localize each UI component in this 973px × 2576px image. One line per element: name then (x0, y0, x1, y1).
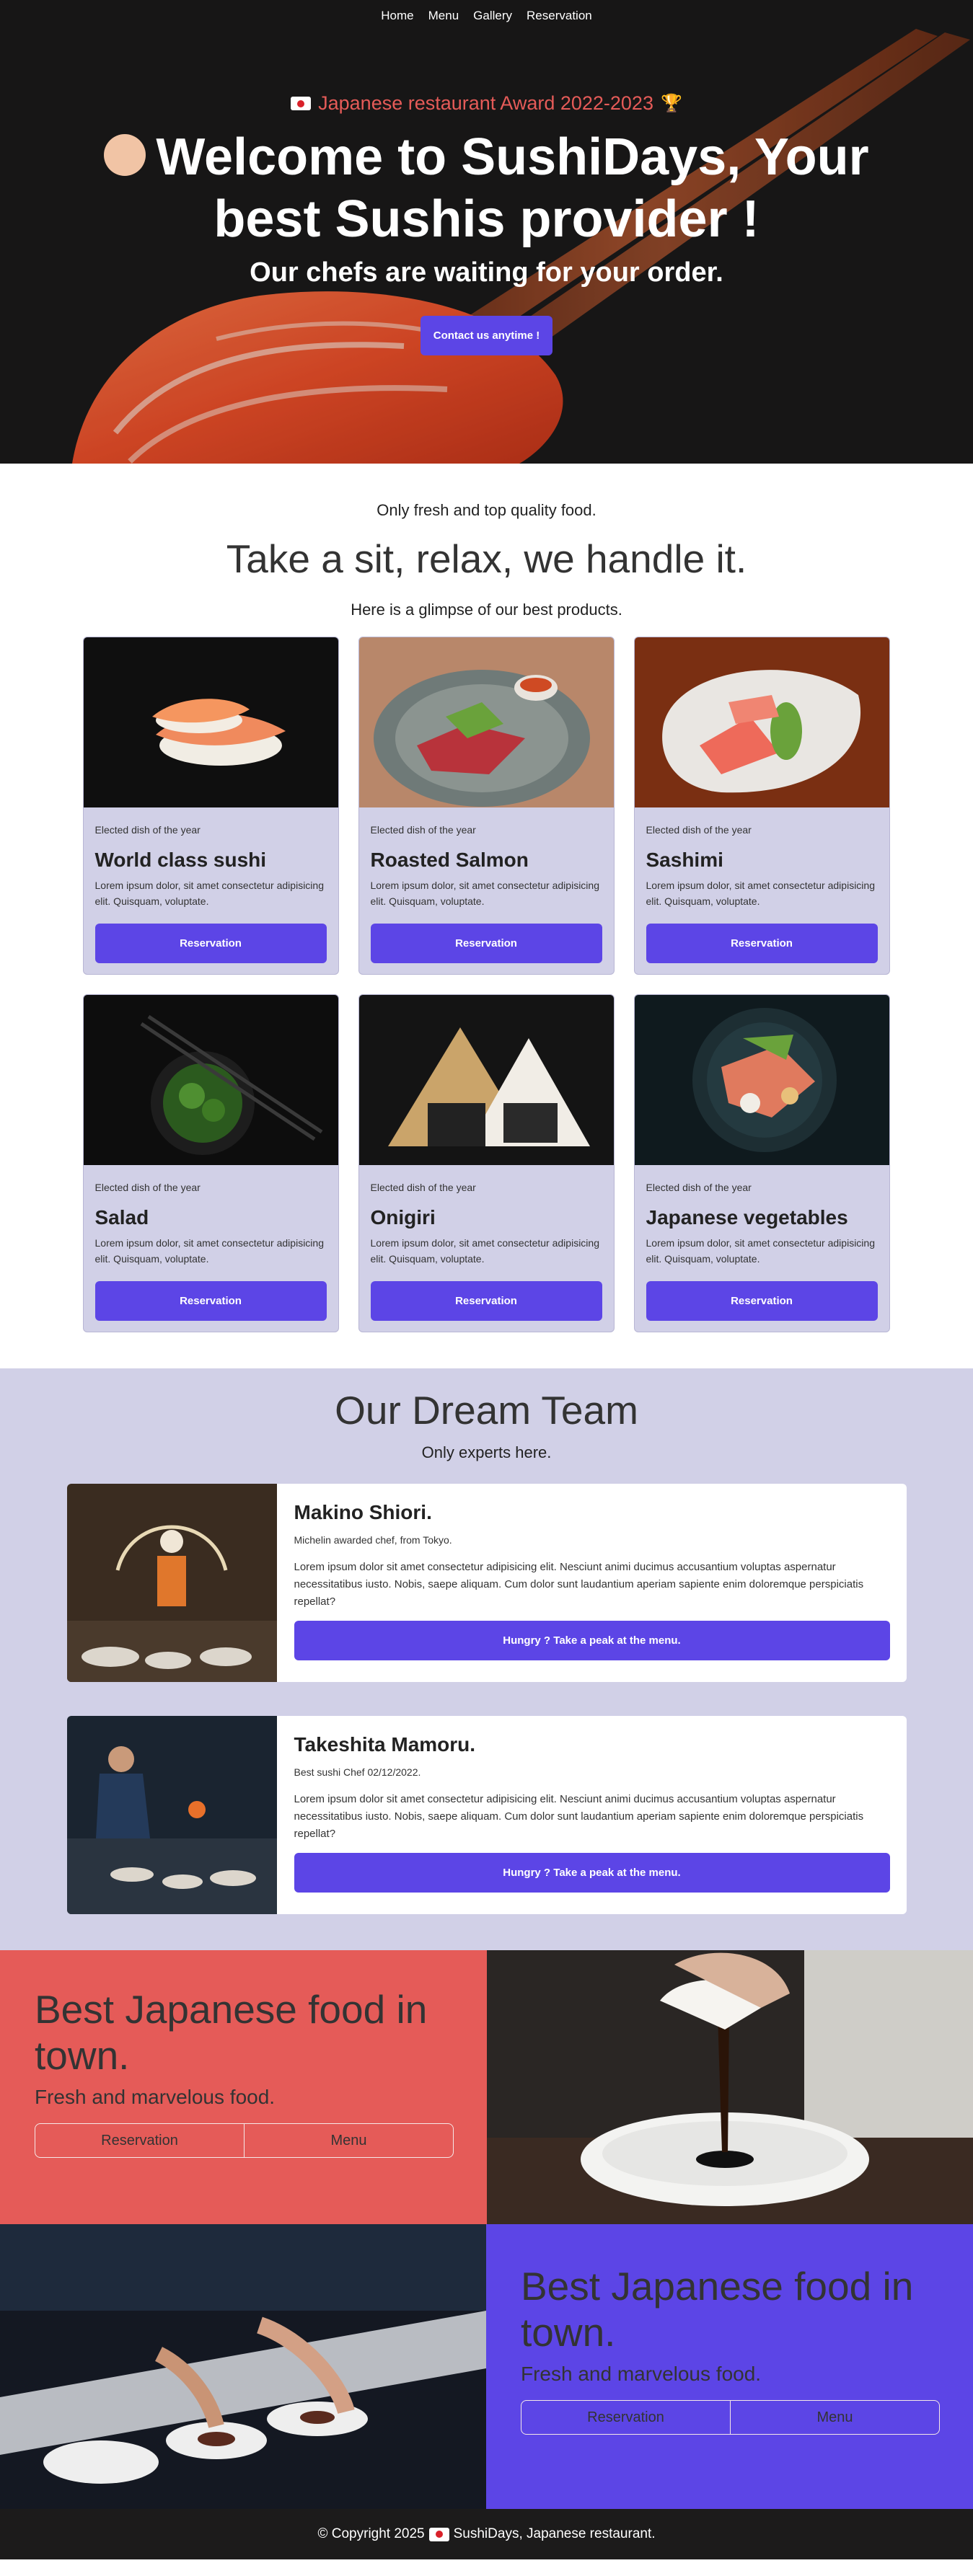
team-section: Our Dream Team Only experts here. Makino… (0, 1368, 973, 1950)
nav-gallery-link[interactable]: Gallery (473, 9, 512, 23)
trophy-icon: 🏆 (660, 94, 682, 113)
top-navigation: Home Menu Gallery Reservation (0, 0, 973, 32)
promo-menu-button[interactable]: Menu (730, 2401, 939, 2434)
nav-menu-link[interactable]: Menu (428, 9, 459, 23)
nav-reservation-link[interactable]: Reservation (527, 9, 592, 23)
chef-makino-photo (66, 1484, 277, 1682)
footer-copyright: © Copyright 2025 (317, 2526, 425, 2541)
card-text: Lorem ipsum dolor, sit amet consectetur … (370, 880, 599, 907)
card-text: Lorem ipsum dolor, sit amet consectetur … (646, 880, 875, 907)
hero-title: Welcome to SushiDays, Your best Sushis p… (90, 126, 884, 250)
promo-row-2: Best Japanese food in town. Fresh and ma… (0, 2224, 973, 2509)
menu-peek-button[interactable]: Hungry ? Take a peak at the menu. (294, 1621, 890, 1660)
contact-button[interactable]: Contact us anytime ! (420, 316, 553, 355)
member-role: Michelin awarded chef, from Tokyo. (294, 1534, 452, 1546)
award-text: Japanese restaurant Award 2022-2023 (318, 92, 653, 114)
promo-reservation-button[interactable]: Reservation (35, 2124, 244, 2157)
card-title: Japanese vegetables (646, 1206, 848, 1229)
menu-peek-button[interactable]: Hungry ? Take a peak at the menu. (294, 1853, 890, 1893)
card-kicker: Elected dish of the year (370, 1182, 476, 1193)
member-name: Makino Shiori. (294, 1501, 432, 1523)
footer-company: SushiDays, Japanese restaurant. (453, 2526, 656, 2541)
promo-panel: Best Japanese food in town. Fresh and ma… (486, 2224, 973, 2509)
reservation-button[interactable]: Reservation (370, 1281, 602, 1321)
promo-panel: Best Japanese food in town. Fresh and ma… (0, 1950, 487, 2224)
reservation-button[interactable]: Reservation (94, 924, 327, 963)
product-card: Elected dish of the year Onigiri Lorem i… (358, 994, 615, 1332)
product-card: Elected dish of the year Salad Lorem ips… (82, 994, 339, 1332)
card-text: Lorem ipsum dolor, sit amet consectetur … (94, 1237, 324, 1265)
promo-button-group: Reservation Menu (35, 2123, 454, 2158)
card-kicker: Elected dish of the year (646, 1182, 752, 1193)
product-card: Elected dish of the year World class sus… (82, 637, 339, 975)
product-card: Elected dish of the year Japanese vegeta… (633, 994, 890, 1332)
hero-subtitle: Our chefs are waiting for your order. (250, 257, 723, 288)
hero-title-text: Welcome to SushiDays, Your best Sushis p… (156, 128, 869, 248)
member-name: Takeshita Mamoru. (294, 1733, 476, 1756)
products-title: Take a sit, relax, we handle it. (226, 536, 747, 581)
sushi-nigiri-photo (83, 637, 338, 807)
card-kicker: Elected dish of the year (370, 824, 476, 836)
promo-subtitle: Fresh and marvelous food. (521, 2363, 762, 2385)
chef-takeshita-photo (66, 1716, 277, 1914)
team-subtitle: Only experts here. (421, 1443, 552, 1461)
roasted-salmon-photo (358, 637, 614, 807)
product-card: Elected dish of the year Roasted Salmon … (358, 637, 615, 975)
chef-plating-photo (0, 2224, 486, 2509)
award-line: Japanese restaurant Award 2022-2023 🏆 (291, 92, 682, 115)
card-kicker: Elected dish of the year (94, 1182, 201, 1193)
product-card-grid: Elected dish of the year World class sus… (82, 637, 891, 1332)
card-title: Salad (94, 1206, 149, 1229)
promo-row-1: Best Japanese food in town. Fresh and ma… (0, 1950, 973, 2224)
member-role: Best sushi Chef 02/12/2022. (294, 1766, 421, 1778)
products-kicker: Only fresh and top quality food. (377, 501, 596, 519)
team-member-card: Takeshita Mamoru. Best sushi Chef 02/12/… (66, 1716, 907, 1914)
member-text: Lorem ipsum dolor sit amet consectetur a… (294, 1793, 864, 1840)
promo-title: Best Japanese food in town. (35, 1987, 428, 2078)
team-member-card: Makino Shiori. Michelin awarded chef, fr… (66, 1484, 907, 1682)
footer: © Copyright 2025 SushiDays, Japanese res… (0, 2509, 973, 2559)
japan-flag-icon (291, 97, 312, 110)
promo-title: Best Japanese food in town. (521, 2264, 914, 2355)
card-kicker: Elected dish of the year (646, 824, 752, 836)
japan-flag-icon (428, 2527, 449, 2541)
card-title: Roasted Salmon (370, 849, 529, 871)
products-intro: Here is a glimpse of our best products. (351, 601, 622, 619)
card-title: Sashimi (646, 849, 723, 871)
card-text: Lorem ipsum dolor, sit amet consectetur … (94, 880, 324, 907)
products-section: Only fresh and top quality food. Take a … (0, 464, 973, 1368)
card-kicker: Elected dish of the year (94, 824, 201, 836)
card-title: World class sushi (94, 849, 267, 871)
onigiri-photo (358, 995, 614, 1165)
waving-hand-icon (104, 133, 146, 176)
sashimi-photo (634, 637, 889, 807)
card-text: Lorem ipsum dolor, sit amet consectetur … (646, 1237, 875, 1265)
reservation-button[interactable]: Reservation (94, 1281, 327, 1321)
japanese-vegetables-photo (634, 995, 889, 1165)
card-title: Onigiri (370, 1206, 436, 1229)
salad-photo (83, 995, 338, 1165)
team-title: Our Dream Team (335, 1388, 638, 1433)
reservation-button[interactable]: Reservation (646, 1281, 878, 1321)
nav-home-link[interactable]: Home (381, 9, 413, 23)
promo-subtitle: Fresh and marvelous food. (35, 2086, 276, 2108)
card-text: Lorem ipsum dolor, sit amet consectetur … (370, 1237, 599, 1265)
product-card: Elected dish of the year Sashimi Lorem i… (633, 637, 890, 975)
hero-section: Japanese restaurant Award 2022-2023 🏆 We… (0, 0, 973, 464)
member-text: Lorem ipsum dolor sit amet consectetur a… (294, 1561, 864, 1608)
soy-sauce-pour-photo (487, 1950, 973, 2224)
promo-reservation-button[interactable]: Reservation (521, 2401, 730, 2434)
promo-menu-button[interactable]: Menu (244, 2124, 453, 2157)
reservation-button[interactable]: Reservation (370, 924, 602, 963)
promo-button-group: Reservation Menu (521, 2400, 940, 2435)
reservation-button[interactable]: Reservation (646, 924, 878, 963)
